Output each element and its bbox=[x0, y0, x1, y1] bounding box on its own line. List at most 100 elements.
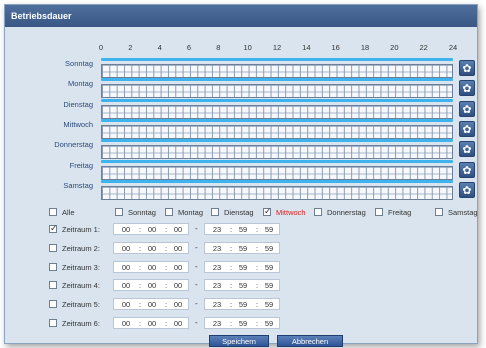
time-field[interactable]: 00 bbox=[118, 262, 134, 273]
hour-tick-label: 6 bbox=[186, 43, 192, 52]
schedule-bar[interactable] bbox=[101, 78, 453, 82]
time-field[interactable]: 59 bbox=[261, 280, 277, 291]
start-time-input[interactable]: 00:00:00 bbox=[113, 260, 189, 273]
time-field[interactable]: 23 bbox=[209, 299, 225, 310]
time-field[interactable]: 59 bbox=[235, 262, 251, 273]
day-checkbox-label: Sonntag bbox=[128, 208, 156, 217]
time-field[interactable]: 00 bbox=[118, 280, 134, 291]
schedule-bar[interactable] bbox=[101, 98, 453, 102]
half-hour-grid[interactable] bbox=[101, 124, 453, 139]
schedule-bar[interactable] bbox=[101, 179, 453, 183]
period-checkbox[interactable] bbox=[49, 300, 57, 309]
time-field[interactable]: 59 bbox=[235, 243, 251, 254]
time-field[interactable]: 59 bbox=[235, 299, 251, 310]
day-checkbox[interactable] bbox=[165, 208, 173, 216]
time-field[interactable]: 00 bbox=[170, 262, 186, 273]
gear-icon[interactable]: ✿ bbox=[459, 80, 475, 97]
time-field[interactable]: 00 bbox=[144, 262, 160, 273]
time-field[interactable]: 00 bbox=[144, 243, 160, 254]
time-field[interactable]: 59 bbox=[235, 224, 251, 235]
time-field[interactable]: 00 bbox=[118, 299, 134, 310]
time-field[interactable]: 59 bbox=[261, 318, 277, 329]
cancel-button[interactable]: Abbrechen bbox=[277, 335, 343, 347]
period-checkbox[interactable] bbox=[49, 243, 57, 252]
time-separator: : bbox=[138, 243, 142, 253]
time-separator: : bbox=[229, 262, 233, 272]
day-checkbox[interactable] bbox=[375, 208, 383, 216]
schedule-bar[interactable] bbox=[101, 118, 453, 122]
time-field[interactable]: 59 bbox=[235, 280, 251, 291]
half-hour-grid[interactable] bbox=[101, 165, 453, 180]
end-time-input[interactable]: 23:59:59 bbox=[204, 317, 280, 329]
period-checkbox[interactable] bbox=[49, 281, 57, 290]
end-time-input[interactable]: 23:59:59 bbox=[204, 279, 280, 292]
start-time-input[interactable]: 00:00:00 bbox=[113, 317, 189, 329]
time-field[interactable]: 59 bbox=[261, 224, 277, 235]
save-button[interactable]: Speichern bbox=[209, 335, 269, 347]
time-field[interactable]: 00 bbox=[170, 280, 186, 291]
half-hour-grid[interactable] bbox=[101, 185, 453, 200]
time-field[interactable]: 59 bbox=[261, 299, 277, 310]
time-separator: : bbox=[138, 262, 142, 272]
time-field[interactable]: 00 bbox=[144, 299, 160, 310]
day-checkbox[interactable] bbox=[211, 208, 219, 216]
time-field[interactable]: 59 bbox=[261, 243, 277, 254]
start-time-input[interactable]: 00:00:00 bbox=[113, 298, 189, 311]
half-hour-grid[interactable] bbox=[101, 104, 453, 119]
time-field[interactable]: 59 bbox=[261, 262, 277, 273]
schedule-bar[interactable] bbox=[101, 58, 453, 61]
day-checkbox[interactable] bbox=[263, 206, 272, 217]
gear-icon[interactable]: ✿ bbox=[459, 141, 475, 158]
time-field[interactable]: 00 bbox=[170, 243, 186, 254]
time-field[interactable]: 23 bbox=[209, 280, 225, 291]
time-field[interactable]: 23 bbox=[209, 224, 225, 235]
period-checkbox[interactable] bbox=[49, 262, 57, 271]
day-label: Samstag bbox=[63, 180, 93, 190]
time-field[interactable]: 00 bbox=[144, 318, 160, 329]
start-time-input[interactable]: 00:00:00 bbox=[113, 279, 189, 292]
time-field[interactable]: 00 bbox=[170, 318, 186, 329]
half-hour-grid[interactable] bbox=[101, 145, 453, 160]
end-time-input[interactable]: 23:59:59 bbox=[204, 223, 280, 235]
half-hour-grid[interactable] bbox=[101, 84, 453, 99]
time-field[interactable]: 00 bbox=[118, 318, 134, 329]
period-checkbox[interactable] bbox=[49, 223, 58, 234]
schedule-bar[interactable] bbox=[101, 139, 453, 143]
day-checkbox-label: Mittwoch bbox=[276, 208, 306, 217]
day-checkbox[interactable] bbox=[435, 208, 443, 216]
schedule-bar[interactable] bbox=[101, 159, 453, 163]
gear-icon[interactable]: ✿ bbox=[459, 120, 475, 137]
half-hour-grid[interactable] bbox=[101, 64, 453, 78]
time-field[interactable]: 23 bbox=[209, 243, 225, 254]
day-checkbox[interactable] bbox=[115, 208, 123, 216]
time-field[interactable]: 00 bbox=[118, 243, 134, 254]
time-field[interactable]: 00 bbox=[170, 299, 186, 310]
time-field[interactable]: 00 bbox=[118, 224, 134, 235]
time-separator: : bbox=[255, 300, 259, 310]
time-field[interactable]: 59 bbox=[235, 318, 251, 329]
day-checkbox[interactable] bbox=[314, 208, 322, 216]
end-time-input[interactable]: 23:59:59 bbox=[204, 298, 280, 311]
time-field[interactable]: 00 bbox=[144, 224, 160, 235]
gear-icon[interactable]: ✿ bbox=[459, 60, 475, 76]
gear-icon[interactable]: ✿ bbox=[459, 161, 475, 178]
hour-tick-label: 0 bbox=[98, 43, 104, 52]
gear-icon[interactable]: ✿ bbox=[459, 181, 475, 198]
time-field[interactable]: 23 bbox=[209, 262, 225, 273]
time-field[interactable]: 00 bbox=[144, 280, 160, 291]
time-separator: : bbox=[229, 281, 233, 291]
period-label: Zeitraum 5: bbox=[62, 300, 100, 310]
all-label: Alle bbox=[62, 208, 75, 217]
start-time-input[interactable]: 00:00:00 bbox=[113, 223, 189, 235]
day-row: Samstag ✿ bbox=[5, 179, 477, 203]
day-checkbox-label: Samstag bbox=[448, 208, 478, 217]
period-checkbox[interactable] bbox=[49, 319, 57, 327]
gear-icon[interactable]: ✿ bbox=[459, 100, 475, 117]
end-time-input[interactable]: 23:59:59 bbox=[204, 260, 280, 273]
time-field[interactable]: 23 bbox=[209, 318, 225, 329]
all-checkbox[interactable] bbox=[49, 208, 57, 216]
end-time-input[interactable]: 23:59:59 bbox=[204, 241, 280, 254]
time-field[interactable]: 00 bbox=[170, 224, 186, 235]
time-period-row: Zeitraum 6: 00:00:00-23:59:59 bbox=[5, 317, 477, 330]
start-time-input[interactable]: 00:00:00 bbox=[113, 241, 189, 254]
